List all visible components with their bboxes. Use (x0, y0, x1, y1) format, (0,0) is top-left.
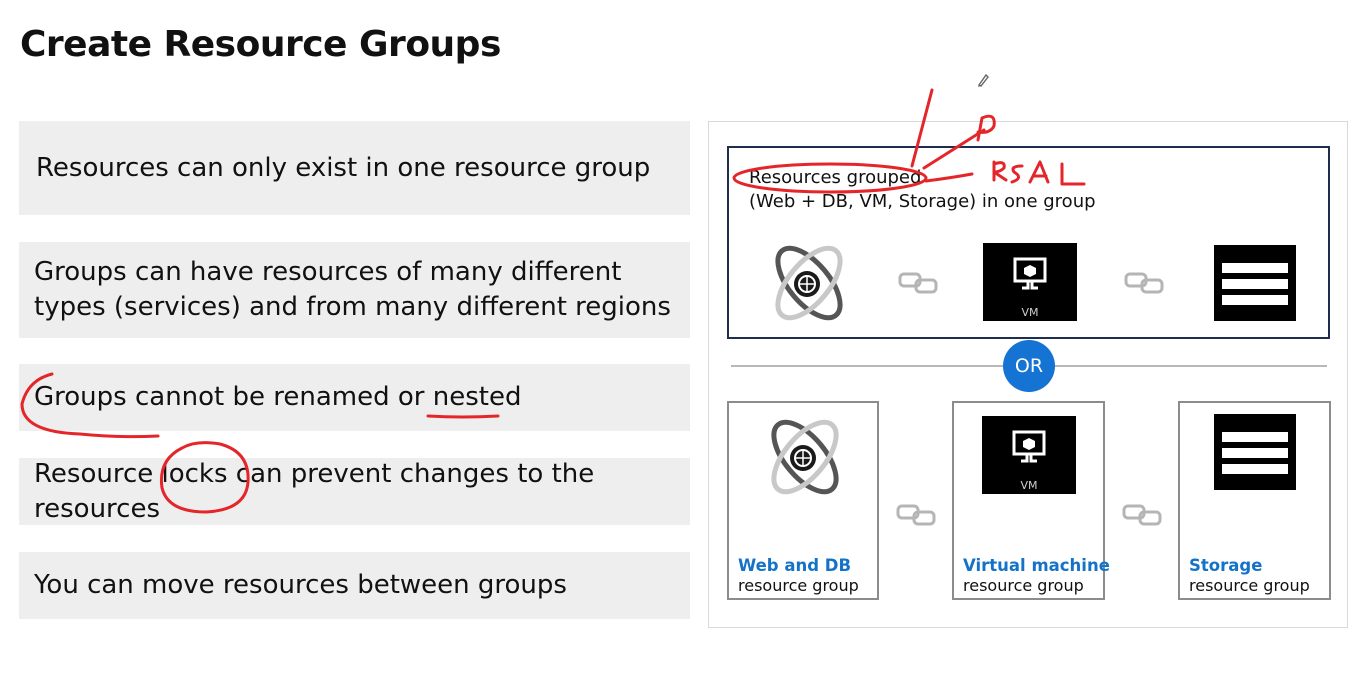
bullet-3: Groups cannot be renamed or nested (19, 364, 690, 431)
rg-web-db: Web and DB resource group (727, 401, 879, 600)
bullet-1-text: Resources can only exist in one resource… (36, 152, 651, 183)
link-icon (896, 504, 936, 526)
rg-vm-name: Virtual machine (963, 556, 1110, 575)
vm-icon: VM (982, 416, 1076, 494)
rg-vm-subtitle: resource group (963, 576, 1084, 595)
bullet-4: Resource locks can prevent changes to th… (19, 458, 690, 525)
rg-storage: Storage resource group (1178, 401, 1331, 600)
grouped-caption-line1: Resources grouped (749, 167, 922, 188)
link-icon (1122, 504, 1162, 526)
link-icon (1124, 272, 1164, 294)
web-db-orbit-icon (771, 419, 839, 495)
grouped-caption-line2: (Web + DB, VM, Storage) in one group (749, 191, 1096, 212)
rg-storage-subtitle: resource group (1189, 576, 1310, 595)
bullet-2-text: Groups can have resources of many differ… (34, 257, 671, 322)
bullet-5-text: You can move resources between groups (34, 570, 567, 600)
pencil-cursor-icon (977, 73, 989, 87)
vm-tile-label: VM (1020, 479, 1038, 492)
page-title: Create Resource Groups (20, 24, 501, 65)
vm-tile-label: VM (1021, 306, 1039, 319)
bullet-4-text: Resource locks can prevent changes to th… (34, 458, 595, 524)
monitor-icon (1012, 430, 1046, 463)
or-badge: OR (1003, 340, 1055, 392)
bullet-5: You can move resources between groups (19, 552, 690, 619)
bullet-3-text: Groups cannot be renamed or nested (34, 382, 522, 412)
storage-table-icon (1214, 414, 1296, 490)
grouped-resources-caption: Resources grouped (Web + DB, VM, Storage… (749, 166, 1096, 214)
monitor-icon (1013, 257, 1047, 290)
link-icon (898, 272, 938, 294)
bullet-2: Groups can have resources of many differ… (19, 242, 690, 338)
web-db-orbit-icon (775, 245, 843, 321)
rg-web-db-name: Web and DB (738, 556, 852, 575)
vm-icon: VM (983, 243, 1077, 321)
bullet-1: Resources can only exist in one resource… (19, 121, 690, 215)
rg-virtual-machine: VM Virtual machine resource group (952, 401, 1110, 600)
rg-storage-name: Storage (1189, 556, 1263, 575)
storage-table-icon (1214, 245, 1296, 321)
rg-web-db-subtitle: resource group (738, 576, 859, 595)
